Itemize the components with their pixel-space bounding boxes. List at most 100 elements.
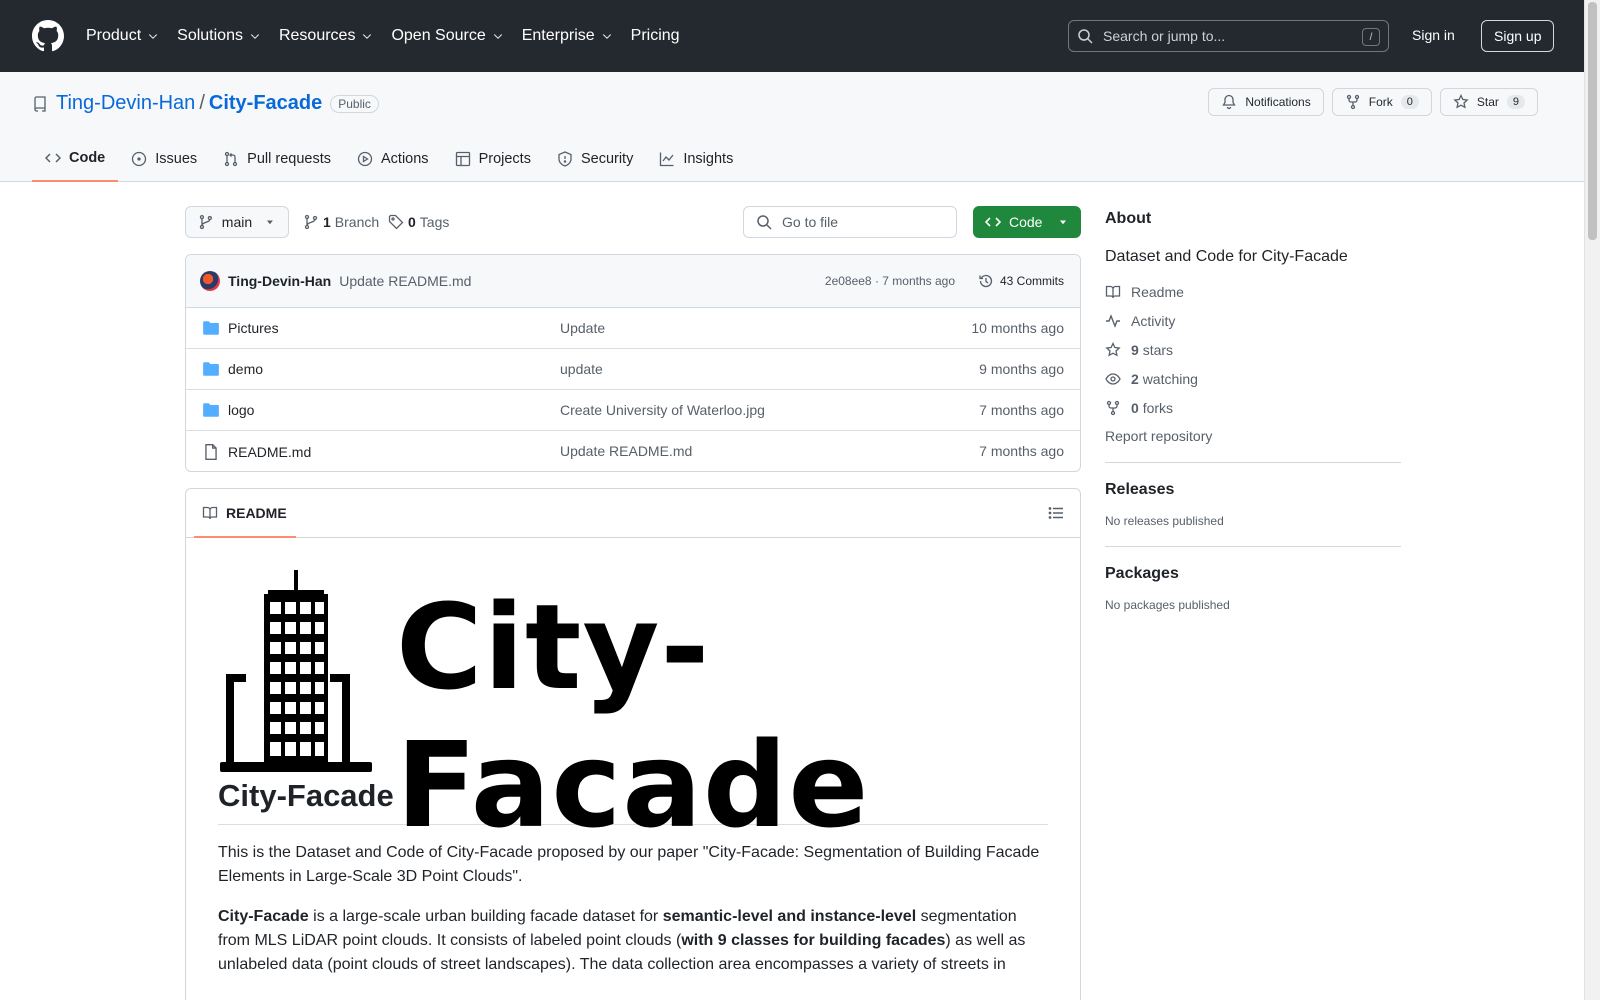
tab-label: Security bbox=[580, 151, 634, 167]
fork-count: 0 bbox=[1400, 95, 1419, 109]
issue-icon bbox=[132, 151, 147, 167]
packages-section: Packages No packages published bbox=[1105, 565, 1401, 612]
nav-label: Product bbox=[86, 27, 142, 44]
file-row[interactable]: Pictures Update 10 months ago bbox=[186, 308, 1080, 349]
nav-label: Enterprise bbox=[521, 27, 595, 44]
sign-in-link[interactable]: Sign in bbox=[1412, 27, 1455, 43]
branch-name: main bbox=[221, 214, 253, 230]
stars-link[interactable]: 9 stars bbox=[1105, 342, 1401, 358]
nav-solutions[interactable]: Solutions bbox=[177, 27, 261, 45]
branches-link[interactable]: 1 Branch bbox=[303, 214, 379, 230]
tab-label: Projects bbox=[478, 151, 531, 167]
go-to-file-input[interactable]: Go to file bbox=[743, 206, 957, 238]
tab-insights[interactable]: Insights bbox=[646, 138, 746, 180]
nav-resources[interactable]: Resources bbox=[279, 27, 373, 45]
tag-icon bbox=[388, 214, 404, 230]
file-commit-message[interactable]: update bbox=[560, 361, 603, 377]
code-dropdown-button[interactable]: Code bbox=[973, 206, 1081, 238]
list-icon[interactable] bbox=[1048, 505, 1064, 521]
fork-button[interactable]: Fork 0 bbox=[1331, 88, 1432, 116]
repo-path-separator: / bbox=[199, 92, 205, 114]
commit-author-link[interactable]: Ting-Devin-Han bbox=[228, 273, 331, 289]
shield-icon bbox=[558, 151, 572, 167]
scrollbar-thumb[interactable] bbox=[1588, 2, 1597, 240]
tab-actions[interactable]: Actions bbox=[344, 138, 442, 180]
repo-name-link[interactable]: City-Facade bbox=[209, 92, 322, 115]
tab-pull-requests[interactable]: Pull requests bbox=[210, 138, 344, 180]
commit-hash-time[interactable]: 2e08ee8 · 7 months ago bbox=[825, 274, 955, 288]
chevron-down-icon bbox=[493, 34, 502, 40]
tags-link[interactable]: 0 Tags bbox=[388, 214, 449, 230]
forks-link[interactable]: 0 forks bbox=[1105, 400, 1401, 416]
file-row[interactable]: logo Create University of Waterloo.jpg 7… bbox=[186, 390, 1080, 431]
readme-tab[interactable]: README bbox=[194, 489, 296, 538]
tag-count: 0 bbox=[408, 214, 416, 230]
file-name-link[interactable]: README.md bbox=[228, 444, 311, 460]
file-icon bbox=[205, 443, 217, 460]
watching-link[interactable]: 2 watching bbox=[1105, 371, 1401, 387]
branch-select-button[interactable]: main bbox=[185, 206, 289, 238]
fork-label: Fork bbox=[1368, 95, 1393, 109]
forks-label: forks bbox=[1142, 400, 1174, 416]
file-commit-message[interactable]: Update README.md bbox=[560, 443, 692, 459]
chevron-down-icon bbox=[148, 34, 158, 40]
tab-code[interactable]: Code bbox=[32, 138, 119, 182]
nav-product[interactable]: Product bbox=[86, 27, 159, 45]
repo-tabs: Code Issues Pull requests Actions Projec… bbox=[32, 138, 746, 182]
search-input[interactable]: Search or jump to... / bbox=[1068, 20, 1389, 52]
bold-text: with 9 classes for building facades bbox=[681, 932, 946, 949]
repo-description: Dataset and Code for City-Facade bbox=[1105, 248, 1348, 265]
code-icon bbox=[45, 153, 61, 163]
github-logo-icon[interactable] bbox=[32, 20, 64, 52]
history-icon bbox=[979, 274, 993, 288]
nav-enterprise[interactable]: Enterprise bbox=[522, 27, 613, 45]
report-repository-link[interactable]: Report repository bbox=[1105, 428, 1401, 444]
building-icon bbox=[220, 570, 372, 772]
chevron-down-icon bbox=[250, 34, 260, 40]
search-icon bbox=[757, 215, 772, 230]
stars-count: 9 bbox=[1131, 342, 1139, 358]
file-name-link[interactable]: Pictures bbox=[228, 320, 279, 336]
releases-title[interactable]: Releases bbox=[1105, 481, 1401, 499]
repo-header: Ting-Devin-Han / City-Facade Public Noti… bbox=[0, 72, 1584, 182]
caret-down-icon bbox=[267, 220, 274, 225]
file-name-link[interactable]: logo bbox=[228, 402, 254, 418]
readme-link[interactable]: Readme bbox=[1105, 284, 1401, 300]
file-name-link[interactable]: demo bbox=[228, 361, 263, 377]
nav-pricing[interactable]: Pricing bbox=[631, 27, 680, 45]
readme-panel: README City-Facade City-Facade This is t… bbox=[185, 488, 1081, 1000]
tab-label: Code bbox=[69, 150, 106, 166]
commits-link[interactable]: 43 Commits bbox=[978, 273, 1064, 289]
fork-icon bbox=[1346, 94, 1359, 110]
avatar[interactable] bbox=[200, 271, 220, 291]
activity-link-label: Activity bbox=[1131, 313, 1176, 329]
text: is a large-scale urban building facade d… bbox=[308, 908, 663, 925]
tab-label: Issues bbox=[155, 151, 198, 167]
star-button[interactable]: Star 9 bbox=[1439, 88, 1538, 116]
file-row[interactable]: demo update 9 months ago bbox=[186, 349, 1080, 390]
folder-icon bbox=[203, 362, 219, 376]
packages-title[interactable]: Packages bbox=[1105, 565, 1401, 583]
tab-security[interactable]: Security bbox=[544, 138, 646, 180]
star-count: 9 bbox=[1506, 95, 1525, 109]
search-icon bbox=[1078, 29, 1093, 44]
nav-label: Open Source bbox=[391, 27, 486, 44]
readme-link-label: Readme bbox=[1131, 284, 1184, 300]
nav-open-source[interactable]: Open Source bbox=[391, 27, 503, 45]
file-date: 7 months ago bbox=[979, 402, 1064, 418]
tab-issues[interactable]: Issues bbox=[118, 138, 210, 180]
notifications-button[interactable]: Notifications bbox=[1208, 88, 1324, 116]
page-scrollbar[interactable] bbox=[1584, 0, 1600, 1000]
file-commit-message[interactable]: Create University of Waterloo.jpg bbox=[560, 402, 765, 418]
releases-empty-text: No releases published bbox=[1105, 514, 1224, 528]
activity-link[interactable]: Activity bbox=[1105, 313, 1401, 329]
caret-down-icon bbox=[1060, 220, 1066, 225]
file-commit-message[interactable]: Update bbox=[560, 320, 605, 336]
commit-message-link[interactable]: Update README.md bbox=[339, 273, 471, 289]
file-row[interactable]: README.md Update README.md 7 months ago bbox=[186, 431, 1080, 471]
repo-owner-link[interactable]: Ting-Devin-Han bbox=[56, 92, 195, 115]
tab-projects[interactable]: Projects bbox=[442, 138, 544, 180]
releases-section: Releases No releases published bbox=[1105, 481, 1401, 528]
chevron-down-icon bbox=[602, 34, 611, 40]
sign-up-button[interactable]: Sign up bbox=[1481, 20, 1555, 52]
